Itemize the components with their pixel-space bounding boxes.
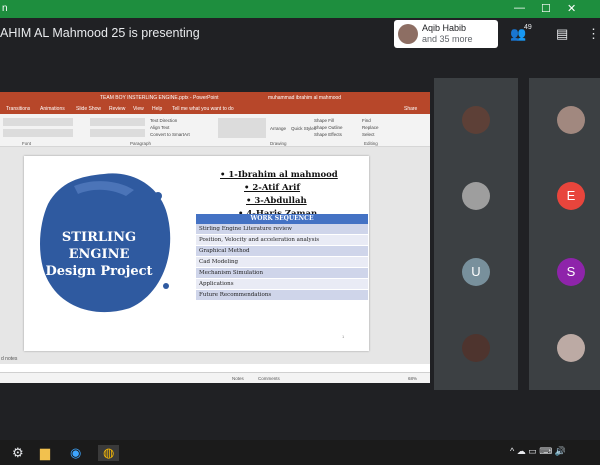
shapes-gallery[interactable] [218, 118, 266, 138]
participant-tile[interactable] [529, 78, 600, 162]
participant-more: and 35 more [422, 34, 473, 44]
table-row: Applications [196, 279, 368, 290]
shared-screen: TEAM BOY INSTERLING ENGINE.pptx - PowerP… [0, 92, 430, 383]
avatar [557, 334, 585, 362]
title-line-1: STIRLING [61, 230, 137, 245]
shape-outline[interactable]: Shape Outline [314, 125, 343, 130]
group-font: Font [22, 141, 32, 146]
participant-tile[interactable]: S [529, 230, 600, 314]
ppt-ribbon: Text Direction Align Text Convert to Sma… [0, 114, 430, 147]
chrome-icon[interactable]: ◍ [98, 445, 120, 461]
chat-icon[interactable]: ▤ [556, 26, 568, 42]
participant-tile[interactable] [434, 306, 518, 390]
font-box[interactable] [3, 118, 73, 126]
participant-card[interactable]: Aqib Habib and 35 more [394, 20, 498, 48]
slide-number: 1 [342, 334, 345, 339]
edge-icon[interactable]: ◉ [70, 445, 81, 461]
work-sequence-table: WORK SEQUENCE Stirling Engine Literature… [196, 214, 368, 301]
avatar: E [557, 182, 585, 210]
replace-button[interactable]: Replace [362, 125, 379, 130]
avatar [462, 334, 490, 362]
maximize-button[interactable]: ☐ [541, 2, 551, 15]
member-2: • 2-Atif Arif [244, 183, 301, 193]
table-header: WORK SEQUENCE [196, 214, 368, 224]
app-title-fragment: n [2, 3, 8, 14]
avatar: U [462, 258, 490, 286]
member-1: • 1-Ibrahim al mahmood [220, 170, 338, 180]
tab-help[interactable]: Help [152, 106, 162, 112]
font-format-buttons[interactable] [3, 129, 73, 137]
tab-slide-show[interactable]: Slide Show [76, 106, 101, 112]
minimize-button[interactable]: — [514, 2, 525, 14]
find-button[interactable]: Find [362, 118, 371, 123]
ppt-title-bar: TEAM BOY INSTERLING ENGINE.pptx - PowerP… [0, 92, 430, 103]
ppt-status-bar: Notes Comments 68% [0, 372, 430, 383]
shape-fill[interactable]: Shape Fill [314, 118, 334, 123]
tell-me-box[interactable]: Tell me what you want to do [172, 106, 234, 112]
shape-effects[interactable]: Shape Effects [314, 132, 342, 137]
convert-smartart[interactable]: Convert to SmartArt [150, 132, 190, 137]
group-drawing: Drawing [270, 141, 287, 146]
file-explorer-icon[interactable]: ▆ [40, 445, 50, 461]
close-button[interactable]: ✕ [567, 2, 576, 15]
app-title-bar: n — ☐ ✕ [0, 0, 600, 18]
tab-animations[interactable]: Animations [40, 106, 65, 112]
participant-tile[interactable]: U [434, 230, 518, 314]
participant-tile[interactable] [529, 306, 600, 390]
avatar [462, 106, 490, 134]
ppt-window-title: TEAM BOY INSTERLING ENGINE.pptx - PowerP… [100, 95, 219, 101]
title-line-2: ENGINE [68, 247, 130, 262]
table-row: Future Recommendations [196, 290, 368, 301]
meet-screen: n — ☐ ✕ AHIM AL Mahmood 25 is presenting… [0, 0, 600, 465]
tab-view[interactable]: View [133, 106, 144, 112]
tab-review[interactable]: Review [109, 106, 125, 112]
tab-transitions[interactable]: Transitions [6, 106, 30, 112]
table-row: Mechanism Simulation [196, 268, 368, 279]
participant-tile[interactable]: E [529, 154, 600, 238]
ppt-ribbon-tabs: Transitions Animations Slide Show Review… [0, 103, 430, 114]
align-text[interactable]: Align Text [150, 125, 169, 130]
notes-pane[interactable]: d notes [0, 354, 430, 364]
alignment-buttons[interactable] [90, 129, 145, 137]
group-editing: Editing [364, 141, 378, 146]
text-direction[interactable]: Text Direction [150, 118, 177, 123]
notes-label: d notes [1, 356, 18, 362]
avatar: S [557, 258, 585, 286]
slide-title: STIRLING ENGINE Design Project [44, 229, 154, 280]
paragraph-buttons[interactable] [90, 118, 145, 126]
select-button[interactable]: Select [362, 132, 375, 137]
taskbar: ⚙ ▆ ◉ ◍ ^ ☁ ▭ ⌨ 🔊 [0, 440, 600, 465]
zoom-level[interactable]: 68% [408, 376, 417, 381]
avatar [462, 182, 490, 210]
system-tray[interactable]: ^ ☁ ▭ ⌨ 🔊 [510, 446, 566, 457]
table-row: Cad Modeling [196, 257, 368, 268]
quick-styles-button[interactable]: Quick Styles [291, 126, 316, 131]
member-3: • 3-Abdullah [246, 196, 307, 206]
participant-tile[interactable] [434, 78, 518, 162]
participant-tile[interactable] [434, 154, 518, 238]
comments-toggle[interactable]: Comments [258, 376, 280, 381]
table-row: Graphical Method [196, 246, 368, 257]
participant-name: Aqib Habib [422, 23, 467, 33]
share-button[interactable]: Share [404, 106, 417, 112]
table-row: Stirling Engine Literature review [196, 224, 368, 235]
people-count: 49 [524, 24, 532, 31]
avatar [557, 106, 585, 134]
avatar [398, 24, 418, 44]
table-row: Position, Velocity and acceleration anal… [196, 235, 368, 246]
ppt-user-name: muhammad ibrahim al mahmood [268, 95, 342, 101]
arrange-button[interactable]: Arrange [270, 126, 286, 131]
group-paragraph: Paragraph [130, 141, 152, 146]
info-icon[interactable]: ⋮ [587, 26, 600, 42]
presenting-banner: AHIM AL Mahmood 25 is presenting [0, 26, 200, 40]
settings-icon[interactable]: ⚙ [12, 445, 24, 461]
slide-canvas[interactable]: STIRLING ENGINE Design Project • 1-Ibrah… [24, 156, 369, 351]
notes-toggle[interactable]: Notes [232, 376, 244, 381]
title-line-3: Design Project [45, 264, 153, 279]
